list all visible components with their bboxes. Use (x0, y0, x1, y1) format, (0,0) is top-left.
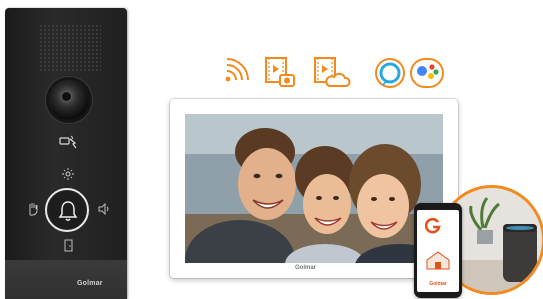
google-assistant-icon (410, 58, 444, 88)
hand-icon (29, 203, 38, 216)
alexa-icon (375, 58, 405, 88)
door-panel (5, 8, 127, 299)
monitor-brand-logo: Golmar (295, 265, 317, 271)
selfie-photo (185, 114, 443, 263)
cloud-video-icon (314, 57, 351, 87)
speaker-grille (39, 24, 101, 72)
call-button[interactable] (45, 188, 89, 232)
smartphone: Golmar (414, 203, 462, 298)
phone-screen: Golmar (417, 210, 459, 292)
home-illustration (426, 251, 450, 270)
camera-lens (49, 80, 89, 120)
phone-app-label: Golmar (429, 281, 447, 287)
rfid-card-icon (59, 135, 77, 149)
speaker-icon (98, 203, 109, 215)
door-brand-logo: Golmar (77, 280, 103, 287)
door-icon (64, 239, 73, 252)
app-logo-icon (425, 218, 441, 234)
bell-icon (58, 201, 78, 221)
wifi-icon (225, 58, 249, 82)
video-record-icon (265, 57, 295, 87)
monitor-screen-photo (185, 114, 443, 263)
light-icon (62, 168, 74, 180)
